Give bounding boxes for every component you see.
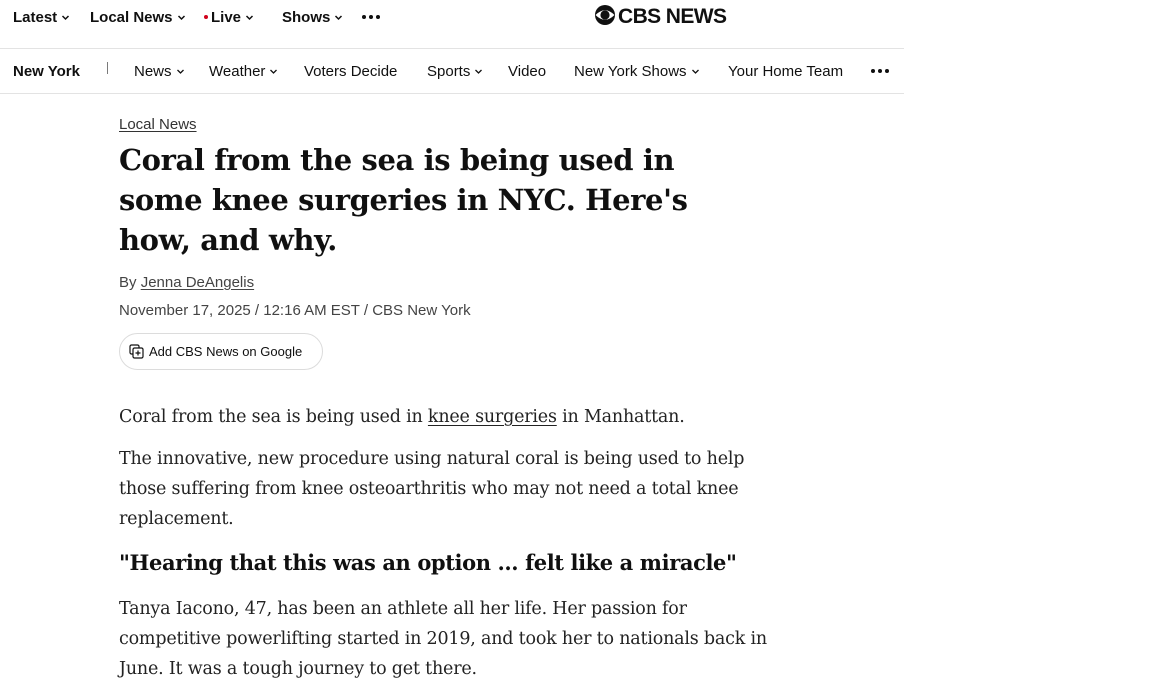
add-source-icon (129, 344, 144, 359)
article-subhead: "Hearing that this was an option ... fel… (119, 550, 737, 575)
section-more-menu-icon[interactable] (871, 69, 889, 73)
section-nav-weather[interactable]: Weather (209, 61, 278, 81)
section-nav-your-home-team[interactable]: Your Home Team (728, 61, 843, 81)
nav-live-label: Live (211, 8, 242, 26)
article-paragraph: Coral from the sea is being used in knee… (119, 402, 769, 432)
article-paragraph: Tanya Iacono, 47, has been an athlete al… (119, 599, 768, 679)
nav-shows[interactable]: Shows (282, 8, 343, 26)
paragraph-text: Coral from the sea is being used in (119, 407, 428, 427)
article-byline: By Jenna DeAngelis (119, 274, 254, 291)
section-nav-voters-decide[interactable]: Voters Decide (304, 61, 397, 81)
add-cbs-on-google-button[interactable]: Add CBS News on Google (119, 333, 323, 370)
nav-live[interactable]: Live (204, 8, 254, 26)
chevron-down-icon (334, 13, 343, 22)
chevron-down-icon (177, 13, 186, 22)
cbs-eye-icon (594, 4, 616, 31)
chevron-down-icon (245, 13, 254, 22)
section-nav-news[interactable]: News (134, 61, 185, 81)
nav-shows-label: Shows (282, 8, 331, 26)
chevron-down-icon (269, 67, 278, 76)
section-nav-new-york-shows-label: New York Shows (574, 62, 687, 80)
author-link[interactable]: Jenna DeAngelis (141, 274, 254, 291)
chevron-down-icon (474, 67, 483, 76)
add-cbs-on-google-label: Add CBS News on Google (149, 344, 303, 359)
nav-local-news-label: Local News (90, 8, 173, 26)
article-kicker-link[interactable]: Local News (119, 116, 197, 133)
top-bar: Latest Local News Live Shows CBS NEWS (0, 0, 904, 49)
chevron-down-icon (691, 67, 700, 76)
nav-local-news[interactable]: Local News (90, 8, 186, 26)
section-nav-weather-label: Weather (209, 62, 266, 80)
chevron-down-icon (176, 67, 185, 76)
live-dot-icon (204, 15, 208, 19)
section-nav-sports-label: Sports (427, 62, 471, 80)
paragraph-text: in Manhattan. (556, 407, 685, 427)
section-nav-new-york-shows[interactable]: New York Shows (574, 61, 700, 81)
byline-prefix: By (119, 274, 137, 291)
logo-text: CBS NEWS (618, 5, 727, 28)
section-nav-news-label: News (134, 62, 172, 80)
section-nav: New York News Weather Voters Decide Spor… (0, 49, 904, 94)
section-nav-video[interactable]: Video (508, 61, 546, 81)
article-dateline: November 17, 2025 / 12:16 AM EST / CBS N… (119, 302, 471, 319)
section-nav-divider (107, 62, 108, 74)
nav-latest[interactable]: Latest (13, 8, 70, 26)
article-paragraph: The innovative, new procedure using natu… (119, 449, 745, 529)
article-headline: Coral from the sea is being used in some… (119, 143, 688, 257)
section-nav-sports[interactable]: Sports (427, 61, 483, 81)
chevron-down-icon (61, 13, 70, 22)
knee-surgeries-link[interactable]: knee surgeries (428, 407, 557, 427)
nav-latest-label: Latest (13, 8, 58, 26)
section-nav-brand[interactable]: New York (13, 61, 80, 81)
cbs-news-logo[interactable]: CBS NEWS (594, 4, 727, 31)
more-menu-icon[interactable] (362, 15, 380, 19)
